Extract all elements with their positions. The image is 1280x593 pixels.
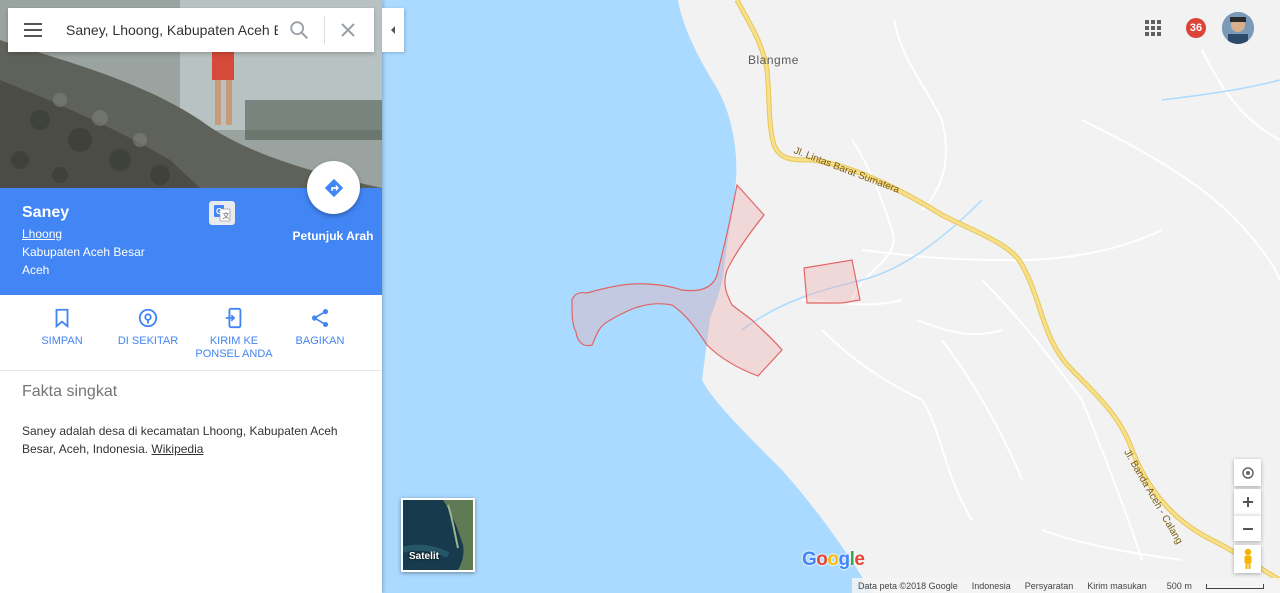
directions-icon	[324, 178, 343, 197]
send-to-phone-button[interactable]: KIRIM KE PONSEL ANDA	[189, 307, 279, 361]
second-boundary	[803, 259, 861, 304]
maps-window: Blangme Jl. Lintas Barat Sumatera Jl. Ba…	[0, 0, 1280, 593]
save-label: SIMPAN	[41, 335, 83, 347]
scale-label[interactable]: 500 m	[1161, 581, 1272, 591]
caret-left-icon	[391, 26, 395, 34]
my-location-icon	[1241, 466, 1254, 479]
nearby-button[interactable]: DI SEKITAR	[103, 307, 193, 348]
notifications-badge[interactable]: 36	[1186, 18, 1206, 38]
translate-icon: G 文	[214, 205, 231, 222]
hamburger-menu-icon[interactable]	[22, 20, 46, 40]
map-canvas[interactable]: Blangme Jl. Lintas Barat Sumatera Jl. Ba…	[382, 0, 1280, 593]
scale-bar	[1205, 583, 1264, 589]
street-view-button[interactable]	[1234, 545, 1261, 573]
search-icon[interactable]	[288, 19, 310, 41]
place-regency: Kabupaten Aceh Besar	[22, 245, 145, 259]
svg-text:G: G	[216, 207, 222, 216]
facts-text: Saney adalah desa di kecamatan Lhoong, K…	[22, 422, 357, 458]
share-icon	[275, 307, 365, 329]
scale-text: 500 m	[1166, 580, 1192, 591]
place-panel: Saney Lhoong Kabupaten Aceh Besar Aceh G…	[0, 0, 382, 593]
search-divider	[324, 16, 325, 44]
place-province: Aceh	[22, 263, 50, 277]
satellite-toggle[interactable]: Satelit	[401, 498, 475, 572]
send-to-phone-icon	[189, 307, 279, 329]
terms-link[interactable]: Persyaratan	[1025, 581, 1074, 591]
zoom-in-button[interactable]	[1234, 489, 1261, 515]
nearby-label: DI SEKITAR	[117, 335, 179, 347]
send-to-phone-label-line1: KIRIM KE	[209, 335, 259, 347]
svg-text:文: 文	[223, 211, 230, 220]
map-attribution: Data peta ©2018 Google	[858, 580, 958, 591]
zoom-out-button[interactable]	[1234, 515, 1261, 541]
satellite-label: Satelit	[409, 551, 440, 562]
save-button[interactable]: SIMPAN	[17, 307, 107, 348]
place-title: Saney	[22, 204, 70, 221]
avatar-image	[1222, 12, 1254, 44]
pegman-icon	[1244, 548, 1251, 569]
plus-icon	[1242, 497, 1253, 507]
feedback-link[interactable]: Kirim masukan	[1087, 581, 1147, 591]
minus-icon	[1242, 527, 1253, 530]
wikipedia-link[interactable]: Wikipedia	[151, 442, 203, 456]
apps-grid-icon[interactable]	[1144, 19, 1162, 37]
share-label: BAGIKAN	[295, 335, 345, 347]
collapse-panel-button[interactable]	[382, 8, 404, 52]
location-pin-icon	[103, 307, 193, 329]
place-district-link[interactable]: Lhoong	[22, 227, 62, 241]
share-button[interactable]: BAGIKAN	[275, 307, 365, 348]
bookmark-icon	[17, 307, 107, 329]
directions-button[interactable]	[307, 161, 360, 214]
search-box	[8, 8, 374, 52]
my-location-button[interactable]	[1234, 459, 1261, 486]
directions-label[interactable]: Petunjuk Arah	[290, 229, 376, 243]
close-icon[interactable]	[338, 20, 358, 40]
search-input[interactable]	[66, 18, 278, 42]
map-base	[571, 0, 1280, 593]
send-to-phone-label-line2: PONSEL ANDA	[195, 348, 273, 360]
avatar[interactable]	[1222, 12, 1254, 44]
action-bar: SIMPAN DI SEKITAR KIRIM KE PONSEL ANDA B…	[0, 295, 382, 371]
map-footer: Data peta ©2018 Google Indonesia Persyar…	[852, 578, 1280, 593]
country-link[interactable]: Indonesia	[972, 581, 1011, 591]
translate-button[interactable]: G 文	[209, 201, 235, 225]
place-header: Saney Lhoong Kabupaten Aceh Besar Aceh G…	[0, 161, 382, 295]
facts-title: Fakta singkat	[22, 383, 118, 400]
town-label: Blangme	[748, 53, 799, 67]
google-logo: Google	[802, 549, 865, 570]
